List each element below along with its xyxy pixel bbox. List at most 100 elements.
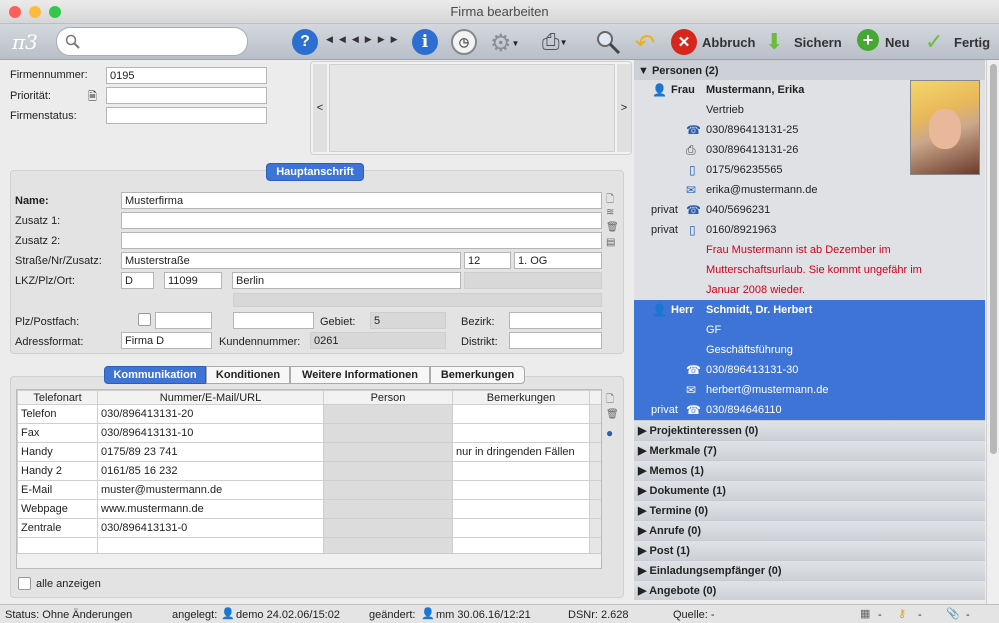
address-layers-icon[interactable]: ≋ [606,207,614,218]
ort-field[interactable]: Berlin [232,272,461,289]
cell[interactable]: Handy [17,442,98,462]
print-button[interactable]: ⎙ ▼ [542,29,568,55]
section-projektinteressen[interactable]: ▶ Projektinteressen (0) [634,420,985,440]
table-row[interactable]: Handy 2 0161/85 16 232 [17,461,601,481]
find-button[interactable] [595,29,621,55]
help-button[interactable]: ? [292,29,318,55]
table-row[interactable]: Webpage www.mustermann.de [17,499,601,519]
abort-button[interactable]: ✕ [671,29,697,55]
done-button[interactable]: ✓ [925,29,943,55]
person2-phone[interactable]: 030/896413131-30 [706,364,798,376]
carousel-prev-button[interactable]: < [313,64,327,152]
tab-bemerkungen[interactable]: Bemerkungen [430,366,525,384]
prioritaet-field[interactable] [106,87,267,104]
prev-record-icon[interactable]: ◀ [352,34,365,45]
section-anrufe[interactable]: ▶ Anrufe (0) [634,520,985,540]
minimize-window-button[interactable] [29,6,41,18]
cell[interactable] [323,423,453,443]
cell[interactable]: 030/896413131-20 [97,404,324,424]
lkz-field[interactable]: D [121,272,154,289]
name-field[interactable]: Musterfirma [121,192,602,209]
close-window-button[interactable] [9,6,21,18]
cell[interactable]: 0161/85 16 232 [97,461,324,481]
zusatz1-field[interactable] [121,212,602,229]
section-personen[interactable]: ▼ Personen (2) [634,60,985,80]
person2-email[interactable]: herbert@mustermann.de [706,384,828,396]
cell[interactable] [323,404,453,424]
zoom-window-button[interactable] [49,6,61,18]
cell[interactable]: E-Mail [17,480,98,500]
section-angebote[interactable]: ▶ Angebote (0) [634,580,985,600]
table-row[interactable]: Telefon 030/896413131-20 [17,404,601,424]
cell[interactable]: muster@mustermann.de [97,480,324,500]
paperclip-icon[interactable]: 📎 [946,607,960,620]
cell[interactable] [323,499,453,519]
last-record-icon[interactable]: ▶▶ [378,34,404,45]
tab-kommunikation[interactable]: Kommunikation [104,366,206,384]
column-header[interactable]: Person [323,390,453,405]
abort-label[interactable]: Abbruch [702,35,755,50]
address-trash-icon[interactable]: 🗑 [606,222,619,233]
person2-name[interactable]: Schmidt, Dr. Herbert [706,304,812,316]
hausnr-field[interactable]: 12 [464,252,511,269]
plz-field[interactable]: 11099 [164,272,222,289]
new-label[interactable]: Neu [885,35,910,50]
cell[interactable]: 030/896413131-10 [97,423,324,443]
cell[interactable] [323,461,453,481]
save-label[interactable]: Sichern [794,35,842,50]
scrollbar-thumb[interactable] [990,64,997,454]
cell[interactable] [452,404,590,424]
cell[interactable] [323,442,453,462]
column-header[interactable]: Nummer/E-Mail/URL [97,390,324,405]
tab-konditionen[interactable]: Konditionen [206,366,290,384]
cell[interactable]: nur in dringenden Fällen [452,442,590,462]
cell[interactable] [323,480,453,500]
person1-fax[interactable]: 030/896413131-26 [706,144,798,156]
info-button[interactable]: i [412,29,438,55]
cell[interactable] [452,423,590,443]
cell[interactable] [452,480,590,500]
person1-email[interactable]: erika@mustermann.de [706,184,817,196]
person-card-schmidt[interactable] [634,300,985,420]
settings-button[interactable]: ⚙ ▼ [490,29,519,58]
search-input[interactable] [56,27,248,56]
person1-private-mobile[interactable]: 0160/8921963 [706,224,776,236]
calendar-icon[interactable]: ▦ [860,607,870,620]
communication-table[interactable]: Telefonart Nummer/E-Mail/URL Person Beme… [16,389,602,569]
postfach-checkbox[interactable] [138,313,151,326]
person1-phone[interactable]: 030/896413131-25 [706,124,798,136]
cell[interactable]: Webpage [17,499,98,519]
cell[interactable]: Handy 2 [17,461,98,481]
table-row[interactable]: Handy 0175/89 23 741 nur in dringenden Fäl… [17,442,601,462]
adresszusatz-field[interactable]: 1. OG [514,252,602,269]
person1-mobile[interactable]: 0175/96235565 [706,164,782,176]
person1-private-phone[interactable]: 040/5696231 [706,204,770,216]
done-label[interactable]: Fertig [954,35,990,50]
comm-new-doc-icon[interactable]: 🗋 [606,392,614,409]
firmennummer-field[interactable]: 0195 [106,67,267,84]
cell[interactable]: 0175/89 23 741 [97,442,324,462]
undo-button[interactable]: ↶ [635,29,655,58]
person2-private-phone[interactable]: 030/894646110 [706,404,782,416]
address-book-icon[interactable]: ▤ [606,237,615,248]
section-einladungsempfaenger[interactable]: ▶ Einladungsempfänger (0) [634,560,985,580]
cell[interactable] [452,499,590,519]
zusatz2-field[interactable] [121,232,602,249]
horizontal-scrollbar[interactable] [17,553,601,568]
section-merkmale[interactable]: ▶ Merkmale (7) [634,440,985,460]
carousel-next-button[interactable]: > [617,64,631,152]
comm-globe-icon[interactable]: ● [606,426,613,440]
section-memos[interactable]: ▶ Memos (1) [634,460,985,480]
cell[interactable]: Fax [17,423,98,443]
section-post[interactable]: ▶ Post (1) [634,540,985,560]
cell[interactable] [452,461,590,481]
cell[interactable] [323,518,453,538]
postfach-field[interactable] [233,312,314,329]
history-button[interactable]: ◷ [451,29,477,55]
table-row[interactable]: Zentrale 030/896413131-0 [17,518,601,538]
distrikt-field[interactable] [509,332,602,349]
record-navigation[interactable]: ◀◀ ◀ ▶ ▶▶ [326,34,404,45]
comm-trash-icon[interactable]: 🗑 [606,409,619,420]
cell[interactable]: www.mustermann.de [97,499,324,519]
document-icon[interactable]: 🗎 [88,88,97,107]
